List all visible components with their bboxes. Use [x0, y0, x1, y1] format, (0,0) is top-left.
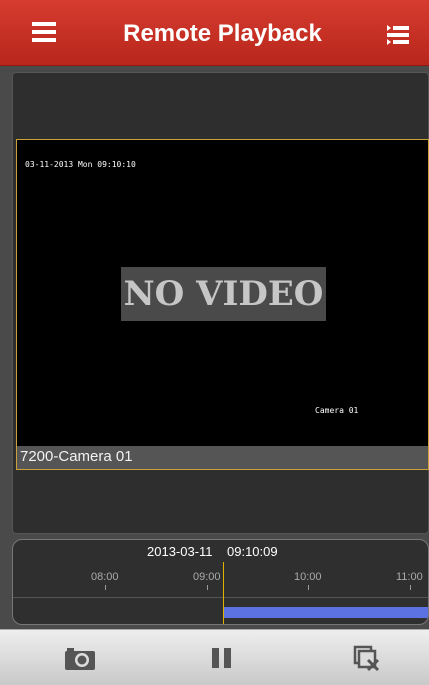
tick-label: 08:00 [91, 571, 119, 583]
page-title: Remote Playback [123, 20, 322, 47]
recording-segment [224, 607, 428, 618]
snapshot-button[interactable] [60, 642, 100, 674]
timeline-date: 2013-03-11 [147, 544, 213, 559]
pause-icon [212, 648, 231, 668]
tick-mark [207, 585, 208, 590]
tick-mark [410, 585, 411, 590]
osd-timestamp: 03-11-2013 Mon 09:10:10 [25, 160, 136, 169]
camera-icon [65, 648, 95, 670]
timeline-time: 09:10:09 [227, 544, 278, 559]
tick-label: 11:00 [396, 571, 423, 583]
tick-label: 10:00 [294, 571, 322, 583]
timeline-cursor[interactable] [223, 562, 224, 624]
tick-mark [308, 585, 309, 590]
video-window[interactable]: 03-11-2013 Mon 09:10:10 NO VIDEO Camera … [16, 139, 429, 470]
close-window-icon [353, 645, 380, 672]
timeline-baseline [13, 597, 428, 598]
playlist-button[interactable] [381, 22, 413, 48]
pause-button[interactable] [202, 642, 242, 674]
timeline[interactable]: 2013-03-11 09:10:09 08:00 09:00 10:00 11… [12, 539, 429, 625]
app-header: Remote Playback [0, 0, 429, 66]
stop-playback-button[interactable] [346, 642, 386, 674]
tick-label: 09:00 [193, 571, 221, 583]
tick-mark [105, 585, 106, 590]
playlist-icon [387, 25, 409, 45]
channel-label-bar: 7200-Camera 01 [17, 446, 428, 469]
hamburger-menu-icon [32, 22, 56, 42]
no-video-indicator: NO VIDEO [121, 267, 326, 321]
channel-label: 7200-Camera 01 [20, 448, 133, 465]
osd-camera-name: Camera 01 [315, 406, 359, 415]
bottom-toolbar [0, 629, 429, 685]
menu-button[interactable] [20, 18, 60, 48]
